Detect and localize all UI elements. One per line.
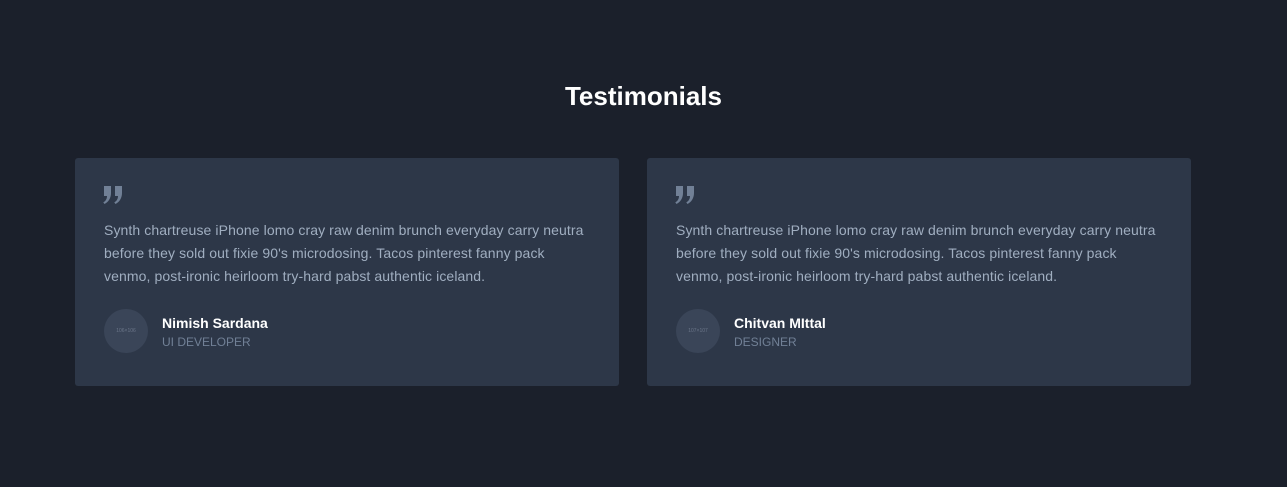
author-name: Chitvan MIttal [734, 315, 826, 331]
quote-icon [103, 186, 122, 204]
testimonial-author: 106×106 Nimish Sardana UI DEVELOPER [104, 309, 584, 353]
testimonial-author: 107×107 Chitvan MIttal DESIGNER [676, 309, 1156, 353]
testimonial-card: Synth chartreuse iPhone lomo cray raw de… [647, 158, 1191, 386]
author-role: UI DEVELOPER [162, 335, 251, 349]
testimonial-card: Synth chartreuse iPhone lomo cray raw de… [75, 158, 619, 386]
author-name: Nimish Sardana [162, 315, 268, 331]
author-role: DESIGNER [734, 335, 797, 349]
avatar: 106×106 [104, 309, 148, 353]
testimonial-quote: Synth chartreuse iPhone lomo cray raw de… [676, 222, 1156, 284]
testimonials-section: Testimonials Synth chartreuse iPhone lom… [0, 0, 1287, 487]
avatar: 107×107 [676, 309, 720, 353]
testimonial-quote: Synth chartreuse iPhone lomo cray raw de… [104, 222, 584, 284]
section-title: Testimonials [564, 81, 722, 111]
quote-icon [675, 186, 694, 204]
